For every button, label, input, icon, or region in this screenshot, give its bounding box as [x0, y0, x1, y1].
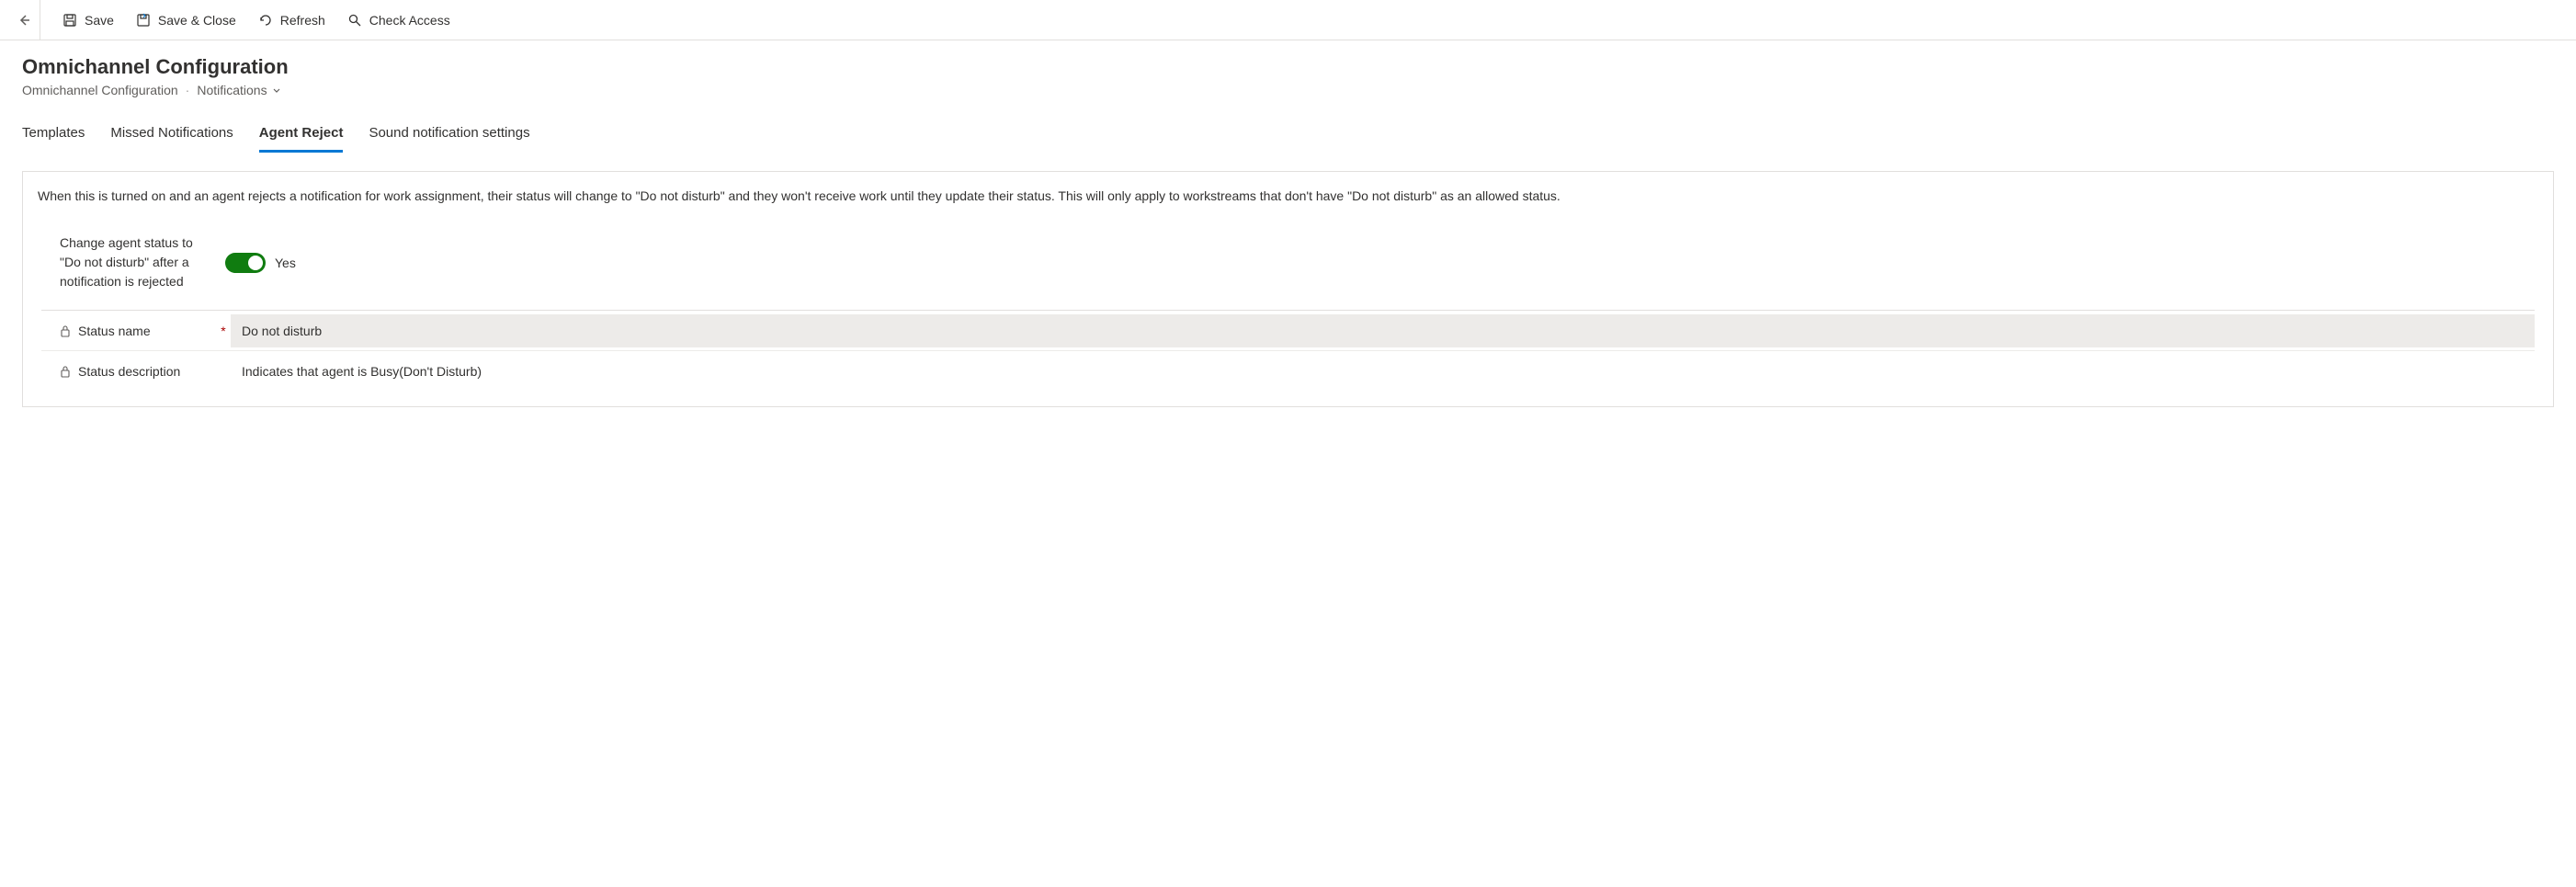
- page-title: Omnichannel Configuration: [22, 55, 2554, 79]
- refresh-icon: [258, 13, 273, 28]
- toggle-wrapper: Yes: [225, 253, 296, 273]
- check-access-button[interactable]: Check Access: [336, 0, 461, 40]
- status-description-value: Indicates that agent is Busy(Don't Distu…: [231, 355, 2535, 388]
- dnd-toggle[interactable]: [225, 253, 266, 273]
- fields-section: Status name * Do not disturb Status desc…: [41, 310, 2535, 392]
- toggle-row: Change agent status to "Do not disturb" …: [38, 224, 2538, 310]
- toggle-thumb: [248, 256, 263, 270]
- save-close-label: Save & Close: [158, 13, 236, 28]
- lock-icon: [60, 324, 73, 337]
- save-icon: [62, 13, 77, 28]
- save-label: Save: [85, 13, 114, 28]
- breadcrumb-entity: Omnichannel Configuration: [22, 83, 178, 97]
- tab-missed-notifications[interactable]: Missed Notifications: [110, 119, 233, 153]
- status-description-label: Status description: [78, 364, 180, 379]
- content-area: Omnichannel Configuration Omnichannel Co…: [0, 40, 2576, 422]
- tab-agent-reject[interactable]: Agent Reject: [259, 119, 344, 153]
- back-button[interactable]: [7, 0, 40, 40]
- field-row-status-name: Status name * Do not disturb: [41, 311, 2535, 351]
- tab-sound-notification-settings[interactable]: Sound notification settings: [369, 119, 529, 153]
- tabs: Templates Missed Notifications Agent Rej…: [22, 119, 2554, 153]
- chevron-down-icon: [271, 85, 282, 96]
- toggle-value-label: Yes: [275, 256, 296, 270]
- breadcrumb: Omnichannel Configuration · Notification…: [22, 83, 2554, 97]
- toggle-label: Change agent status to "Do not disturb" …: [60, 233, 207, 291]
- refresh-label: Refresh: [280, 13, 325, 28]
- save-close-icon: [136, 13, 151, 28]
- field-row-status-description: Status description Indicates that agent …: [41, 351, 2535, 392]
- required-indicator: *: [216, 324, 231, 338]
- tab-templates[interactable]: Templates: [22, 119, 85, 153]
- check-access-icon: [347, 13, 362, 28]
- check-access-label: Check Access: [369, 13, 450, 28]
- status-name-value: Do not disturb: [231, 314, 2535, 347]
- field-label-status-description: Status description: [41, 364, 216, 379]
- panel-description: When this is turned on and an agent reje…: [38, 187, 2538, 206]
- lock-icon: [60, 365, 73, 378]
- breadcrumb-form-selector[interactable]: Notifications: [197, 83, 281, 97]
- breadcrumb-form-label: Notifications: [197, 83, 267, 97]
- save-button[interactable]: Save: [51, 0, 125, 40]
- breadcrumb-separator: ·: [186, 83, 190, 97]
- status-name-label: Status name: [78, 324, 151, 338]
- refresh-button[interactable]: Refresh: [247, 0, 336, 40]
- form-panel: When this is turned on and an agent reje…: [22, 171, 2554, 407]
- back-arrow-icon: [17, 13, 31, 28]
- field-label-status-name: Status name: [41, 324, 216, 338]
- save-close-button[interactable]: Save & Close: [125, 0, 247, 40]
- command-bar: Save Save & Close Refresh Check Access: [0, 0, 2576, 40]
